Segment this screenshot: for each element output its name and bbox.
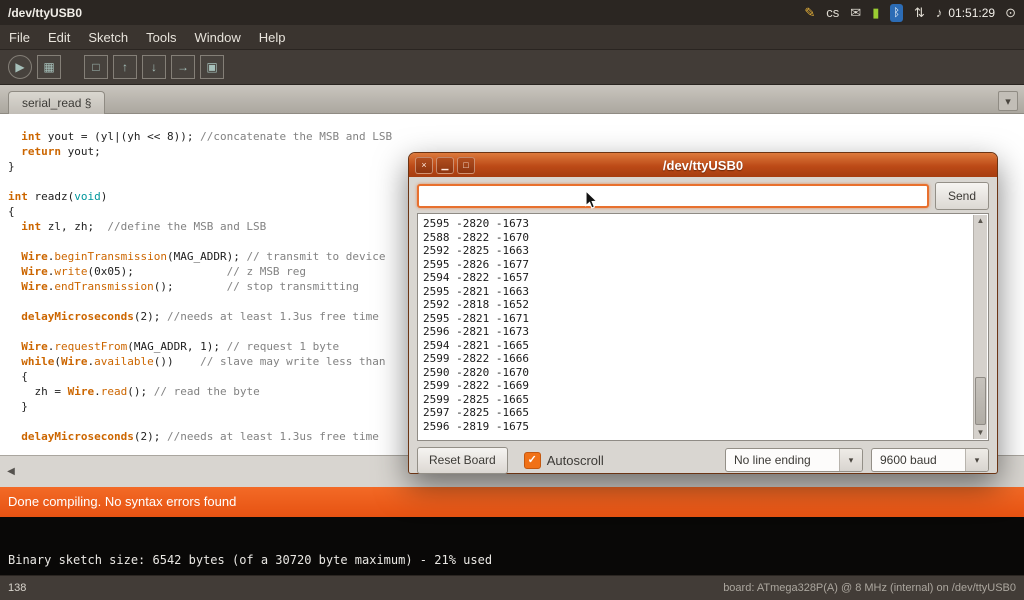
menu-sketch[interactable]: Sketch — [79, 25, 137, 50]
close-button[interactable]: × — [415, 157, 433, 174]
serial-input[interactable] — [417, 184, 929, 208]
new-sketch-button[interactable]: □ — [84, 55, 108, 79]
serial-output-scrollbar[interactable]: ▲ ▼ — [973, 215, 987, 439]
volume-icon[interactable]: ♪ — [936, 4, 943, 22]
compile-status-bar: Done compiling. No syntax errors found — [0, 487, 1024, 517]
menu-window[interactable]: Window — [185, 25, 249, 50]
panel-window-title: /dev/ttyUSB0 — [8, 6, 82, 20]
menu-help[interactable]: Help — [250, 25, 295, 50]
serial-monitor-window: /dev/ttyUSB0 × ▁ □ Send 2595 -2820 -1673… — [408, 152, 998, 474]
reset-board-button[interactable]: Reset Board — [417, 447, 508, 474]
scrollbar-thumb[interactable] — [975, 377, 986, 425]
line-ending-select[interactable]: No line ending ▾ — [725, 448, 863, 472]
chevron-down-icon[interactable]: ▾ — [839, 449, 862, 471]
battery-icon[interactable]: ▮ — [872, 4, 879, 22]
scroll-down-icon[interactable]: ▼ — [974, 427, 987, 439]
line-ending-value: No line ending — [726, 453, 839, 467]
bluetooth-icon[interactable]: ᛒ — [890, 4, 903, 22]
baud-rate-select[interactable]: 9600 baud ▾ — [871, 448, 989, 472]
session-menu-icon[interactable]: ⊙ — [1005, 5, 1016, 21]
console-text: Binary sketch size: 6542 bytes (of a 307… — [8, 553, 492, 567]
hscroll-left-arrow-icon[interactable]: ◀ — [3, 463, 19, 479]
open-button[interactable]: ↑ — [113, 55, 137, 79]
tray: ✎ cs ✉ ▮ ᛒ ⇅ ♪ — [804, 4, 942, 22]
serial-input-row: Send — [417, 183, 989, 209]
save-button[interactable]: ↓ — [142, 55, 166, 79]
tab-menu-button[interactable]: ▾ — [998, 91, 1018, 111]
window-controls: × ▁ □ — [415, 157, 475, 174]
verify-button[interactable]: ▶ — [8, 55, 32, 79]
menubar: FileEditSketchToolsWindowHelp — [0, 25, 1024, 50]
serial-monitor-titlebar[interactable]: /dev/ttyUSB0 × ▁ □ — [409, 153, 997, 177]
top-panel: /dev/ttyUSB0 ✎ cs ✉ ▮ ᛒ ⇅ ♪ 01:51:29 ⊙ — [0, 0, 1024, 25]
chevron-down-icon[interactable]: ▾ — [965, 449, 988, 471]
autoscroll-label: Autoscroll — [547, 453, 604, 468]
code-line: int yout = (yl|(yh << 8)); //concatenate… — [8, 129, 1024, 144]
serial-monitor-controls: Reset Board ✓ Autoscroll No line ending … — [417, 447, 989, 473]
notes-icon[interactable]: ✎ — [804, 4, 815, 22]
board-info: board: ATmega328P(A) @ 8 MHz (internal) … — [723, 582, 1016, 594]
toolbar: ▶▦ □↑↓→▣ — [0, 50, 1024, 85]
send-button[interactable]: Send — [935, 182, 989, 210]
scroll-up-icon[interactable]: ▲ — [974, 215, 987, 227]
baud-rate-value: 9600 baud — [872, 453, 965, 467]
menu-edit[interactable]: Edit — [39, 25, 79, 50]
maximize-button[interactable]: □ — [457, 157, 475, 174]
serial-monitor-title: /dev/ttyUSB0 — [409, 158, 997, 173]
serial-output[interactable]: 2595 -2820 -1673 2588 -2822 -1670 2592 -… — [417, 213, 989, 441]
tab-serial-read[interactable]: serial_read § — [8, 91, 105, 114]
tab-bar: serial_read § ▾ — [0, 85, 1024, 114]
clock[interactable]: 01:51:29 — [948, 6, 995, 20]
keyboard-layout-indicator[interactable]: cs — [826, 4, 839, 22]
network-icon[interactable]: ⇅ — [914, 4, 925, 22]
serial-monitor-button[interactable]: ▣ — [200, 55, 224, 79]
menu-file[interactable]: File — [0, 25, 39, 50]
serial-output-text: 2595 -2820 -1673 2588 -2822 -1670 2592 -… — [418, 214, 988, 436]
line-number-indicator: 138 — [8, 582, 26, 594]
stop-button[interactable]: ▦ — [37, 55, 61, 79]
minimize-button[interactable]: ▁ — [436, 157, 454, 174]
autoscroll-checkbox[interactable]: ✓ — [524, 452, 541, 469]
console-output[interactable]: Binary sketch size: 6542 bytes (of a 307… — [0, 517, 1024, 575]
footer-status-strip: 138 board: ATmega328P(A) @ 8 MHz (intern… — [0, 575, 1024, 600]
menu-tools[interactable]: Tools — [137, 25, 185, 50]
compile-status-text: Done compiling. No syntax errors found — [8, 494, 236, 509]
upload-button[interactable]: → — [171, 55, 195, 79]
mail-icon[interactable]: ✉ — [850, 4, 861, 22]
